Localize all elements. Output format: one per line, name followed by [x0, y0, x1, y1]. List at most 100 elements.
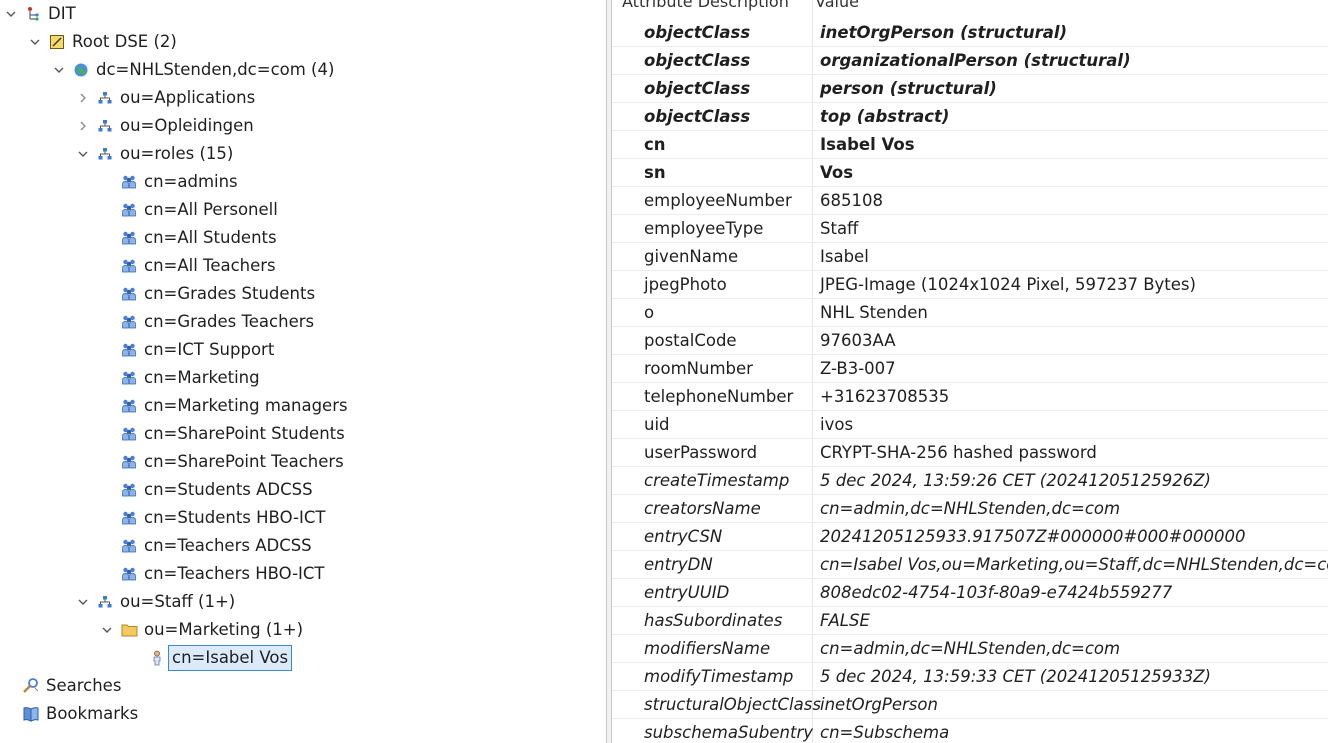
tree-node-role[interactable]: cn=All Students: [120, 225, 277, 251]
table-row[interactable]: postalCode 97603AA: [612, 327, 1328, 355]
attribute-value[interactable]: +31623708535: [820, 383, 949, 411]
table-row[interactable]: telephoneNumber +31623708535: [612, 383, 1328, 411]
table-row[interactable]: hasSubordinates FALSE: [612, 607, 1328, 635]
attribute-value[interactable]: cn=Isabel Vos,ou=Marketing,ou=Staff,dc=N…: [820, 551, 1328, 579]
attribute-value[interactable]: Isabel: [820, 243, 869, 271]
chevron-down-icon[interactable]: [52, 57, 66, 83]
table-row[interactable]: entryDN cn=Isabel Vos,ou=Marketing,ou=Sta…: [612, 551, 1328, 579]
table-row[interactable]: objectClass inetOrgPerson (structural): [612, 19, 1328, 47]
table-row[interactable]: objectClass organizationalPerson (structu…: [612, 47, 1328, 75]
tree-node-role[interactable]: cn=All Personell: [120, 197, 278, 223]
table-row[interactable]: employeeNumber 685108: [612, 187, 1328, 215]
org-unit-icon: [96, 593, 114, 611]
table-row[interactable]: jpegPhoto JPEG-Image (1024x1024 Pixel, 59…: [612, 271, 1328, 299]
tree-node-role[interactable]: cn=admins: [120, 169, 238, 195]
attribute-value[interactable]: 5 dec 2024, 13:59:33 CET (20241205125933…: [820, 663, 1211, 691]
table-row[interactable]: objectClass top (abstract): [612, 103, 1328, 131]
attribute-value[interactable]: 685108: [820, 187, 883, 215]
column-header-value[interactable]: Value: [815, 0, 859, 11]
table-row[interactable]: modifiersName cn=admin,dc=NHLStenden,dc=c…: [612, 635, 1328, 663]
attribute-name: entryUUID: [644, 583, 730, 602]
tree-node-role[interactable]: cn=Students ADCSS: [120, 477, 313, 503]
tree-node-base-dn[interactable]: dc=NHLStenden,dc=com (4): [52, 57, 334, 83]
table-row[interactable]: createTimestamp 5 dec 2024, 13:59:26 CET …: [612, 467, 1328, 495]
tree-node-role[interactable]: cn=SharePoint Teachers: [120, 449, 344, 475]
table-row[interactable]: sn Vos: [612, 159, 1328, 187]
tree-node-role[interactable]: cn=Teachers HBO-ICT: [120, 561, 325, 587]
attribute-value[interactable]: inetOrgPerson (structural): [820, 19, 1067, 47]
tree-node-ou-marketing[interactable]: ou=Marketing (1+): [100, 617, 303, 643]
table-row[interactable]: userPassword CRYPT-SHA-256 hashed passwor…: [612, 439, 1328, 467]
attribute-name: employeeNumber: [644, 191, 792, 210]
table-row[interactable]: uid ivos: [612, 411, 1328, 439]
tree-node-bookmarks[interactable]: Bookmarks: [22, 701, 138, 727]
tree-node-selected-entry[interactable]: cn=Isabel Vos: [144, 645, 293, 671]
attribute-value[interactable]: NHL Stenden: [820, 299, 928, 327]
attribute-value[interactable]: top (abstract): [820, 103, 949, 131]
attribute-name: roomNumber: [644, 359, 753, 378]
table-row[interactable]: objectClass person (structural): [612, 75, 1328, 103]
tree-node-role[interactable]: cn=Students HBO-ICT: [120, 505, 325, 531]
attribute-value[interactable]: 97603AA: [820, 327, 896, 355]
attribute-value[interactable]: CRYPT-SHA-256 hashed password: [820, 439, 1097, 467]
chevron-right-icon[interactable]: [76, 113, 90, 139]
tree-node-role[interactable]: cn=Grades Students: [120, 281, 315, 307]
tree-node-ou-opleidingen[interactable]: ou=Opleidingen: [76, 113, 254, 139]
table-row[interactable]: structuralObjectClass inetOrgPerson: [612, 691, 1328, 719]
tree-node-ou-staff[interactable]: ou=Staff (1+): [76, 589, 235, 615]
tree-node-searches[interactable]: Searches: [22, 673, 121, 699]
attribute-value[interactable]: JPEG-Image (1024x1024 Pixel, 597237 Byte…: [820, 271, 1196, 299]
tree-node-root-dse[interactable]: Root DSE (2): [28, 29, 177, 55]
attribute-value[interactable]: Vos: [820, 159, 853, 187]
attribute-value[interactable]: person (structural): [820, 75, 997, 103]
attribute-value[interactable]: cn=admin,dc=NHLStenden,dc=com: [820, 495, 1120, 523]
tree-node-role[interactable]: cn=Grades Teachers: [120, 309, 314, 335]
tree-node-role[interactable]: cn=Marketing managers: [120, 393, 348, 419]
entry-editor[interactable]: Attribute Description Value objectClass i…: [612, 0, 1328, 743]
attribute-value[interactable]: cn=admin,dc=NHLStenden,dc=com: [820, 635, 1120, 663]
tree-node-role[interactable]: cn=SharePoint Students: [120, 421, 345, 447]
group-icon: [120, 397, 138, 415]
column-header-attribute[interactable]: Attribute Description: [622, 0, 789, 11]
table-row[interactable]: entryCSN 20241205125933.917507Z#000000#00…: [612, 523, 1328, 551]
attribute-value[interactable]: 20241205125933.917507Z#000000#000#000000: [820, 523, 1245, 551]
attribute-value[interactable]: Isabel Vos: [820, 131, 915, 159]
attribute-value[interactable]: 808edc02-4754-103f-80a9-e7424b559277: [820, 579, 1172, 607]
table-row[interactable]: givenName Isabel: [612, 243, 1328, 271]
chevron-down-icon[interactable]: [76, 141, 90, 167]
chevron-down-icon[interactable]: [100, 617, 114, 643]
tree-node-label: cn=Teachers ADCSS: [144, 536, 312, 555]
table-row[interactable]: employeeType Staff: [612, 215, 1328, 243]
chevron-down-icon[interactable]: [4, 1, 18, 27]
attribute-name: jpegPhoto: [644, 275, 727, 294]
tree-node-ou-applications[interactable]: ou=Applications: [76, 85, 255, 111]
chevron-down-icon[interactable]: [28, 29, 42, 55]
table-row[interactable]: modifyTimestamp 5 dec 2024, 13:59:33 CET …: [612, 663, 1328, 691]
chevron-right-icon[interactable]: [76, 85, 90, 111]
attribute-value[interactable]: ivos: [820, 411, 853, 439]
table-row[interactable]: entryUUID 808edc02-4754-103f-80a9-e7424b5…: [612, 579, 1328, 607]
table-row[interactable]: subschemaSubentry cn=Subschema: [612, 719, 1328, 743]
table-row[interactable]: o NHL Stenden: [612, 299, 1328, 327]
attribute-value[interactable]: cn=Subschema: [820, 719, 949, 743]
attribute-value[interactable]: 5 dec 2024, 13:59:26 CET (20241205125926…: [820, 467, 1211, 495]
attribute-value[interactable]: inetOrgPerson: [820, 691, 938, 719]
tree-node-role[interactable]: cn=Teachers ADCSS: [120, 533, 312, 559]
tree-node-role[interactable]: cn=All Teachers: [120, 253, 276, 279]
tree-node-dit[interactable]: DIT: [4, 1, 76, 27]
table-row[interactable]: creatorsName cn=admin,dc=NHLStenden,dc=co…: [612, 495, 1328, 523]
table-row[interactable]: roomNumber Z-B3-007: [612, 355, 1328, 383]
group-icon: [120, 313, 138, 331]
table-row[interactable]: cn Isabel Vos: [612, 131, 1328, 159]
attribute-value[interactable]: Z-B3-007: [820, 355, 896, 383]
dit-tree[interactable]: DIT Root DSE (2) dc=NHLStenden,dc=com (4…: [0, 0, 606, 743]
chevron-down-icon[interactable]: [76, 589, 90, 615]
tree-node-ou-roles[interactable]: ou=roles (15): [76, 141, 233, 167]
tree-node-role[interactable]: cn=Marketing: [120, 365, 260, 391]
tree-node-label: dc=NHLStenden,dc=com (4): [96, 60, 335, 79]
attribute-value[interactable]: organizationalPerson (structural): [820, 47, 1131, 75]
attribute-value[interactable]: FALSE: [820, 607, 870, 635]
attribute-name: objectClass: [644, 23, 751, 42]
attribute-value[interactable]: Staff: [820, 215, 858, 243]
tree-node-role[interactable]: cn=ICT Support: [120, 337, 274, 363]
